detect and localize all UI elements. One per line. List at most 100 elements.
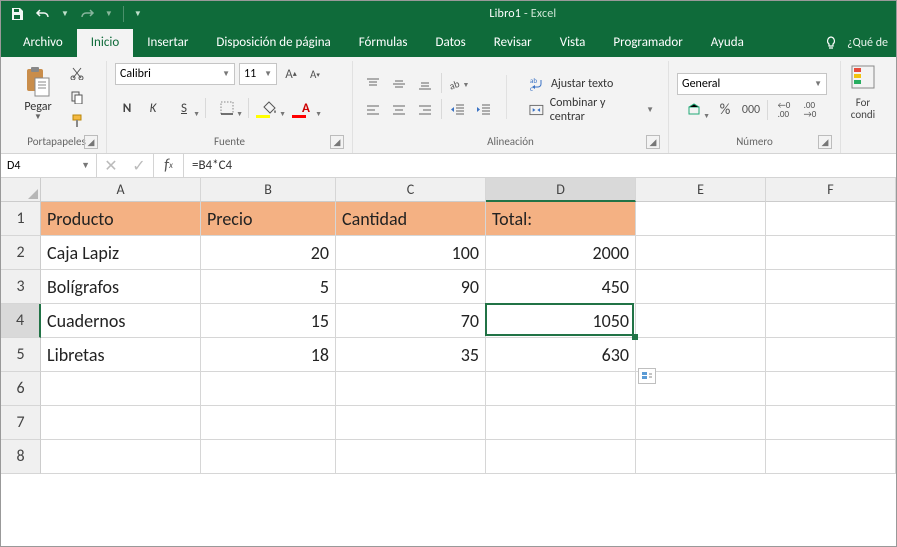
decrease-font-icon[interactable]: A▾ xyxy=(305,64,325,84)
autofill-options-icon[interactable] xyxy=(638,368,656,384)
merge-center-button[interactable]: Combinar y centrar ▼ xyxy=(523,99,660,121)
cell[interactable] xyxy=(41,440,201,474)
percent-format-button[interactable]: % xyxy=(713,99,737,121)
cell[interactable] xyxy=(636,236,766,270)
cell[interactable] xyxy=(486,406,636,440)
format-painter-icon[interactable] xyxy=(67,111,87,131)
cell[interactable] xyxy=(766,202,896,236)
tell-me-icon[interactable] xyxy=(823,35,839,51)
increase-font-icon[interactable]: A▴ xyxy=(281,64,301,84)
fill-handle[interactable] xyxy=(632,334,638,340)
cell[interactable]: 90 xyxy=(336,270,486,304)
undo-icon[interactable] xyxy=(35,6,51,22)
font-size-combo[interactable]: 11▼ xyxy=(239,63,277,85)
cell[interactable] xyxy=(336,440,486,474)
cell[interactable] xyxy=(636,338,766,372)
cell[interactable]: 70 xyxy=(336,304,486,338)
cell[interactable]: 1050 xyxy=(486,304,636,338)
align-middle-icon[interactable] xyxy=(387,73,411,95)
row-header[interactable]: 1 xyxy=(1,202,41,236)
fx-icon[interactable]: fx xyxy=(154,154,184,177)
tab-fórmulas[interactable]: Fórmulas xyxy=(345,29,422,57)
row-header[interactable]: 8 xyxy=(1,440,41,474)
cell[interactable] xyxy=(636,270,766,304)
tell-me-label[interactable]: ¿Qué de xyxy=(847,36,888,50)
tab-archivo[interactable]: Archivo xyxy=(9,29,77,57)
row-header[interactable]: 5 xyxy=(1,338,41,372)
align-top-icon[interactable] xyxy=(361,73,385,95)
cell[interactable]: Cuadernos xyxy=(41,304,201,338)
row-header[interactable]: 4 xyxy=(1,304,41,338)
font-launcher-icon[interactable]: ◢ xyxy=(330,135,344,149)
cell[interactable] xyxy=(766,440,896,474)
cancel-formula-icon[interactable]: ✕ xyxy=(97,156,125,176)
row-header[interactable]: 6 xyxy=(1,372,41,406)
cell[interactable]: Bolígrafos xyxy=(41,270,201,304)
orientation-icon[interactable]: ab▼ xyxy=(446,73,470,95)
cell[interactable]: 15 xyxy=(201,304,336,338)
align-center-icon[interactable] xyxy=(387,99,411,121)
cell[interactable] xyxy=(201,440,336,474)
col-header[interactable]: C xyxy=(336,178,486,202)
cut-icon[interactable] xyxy=(67,63,87,83)
borders-button[interactable]: ▼ xyxy=(210,97,244,119)
align-bottom-icon[interactable] xyxy=(413,73,437,95)
cell[interactable] xyxy=(636,406,766,440)
cell[interactable]: 35 xyxy=(336,338,486,372)
col-header[interactable]: F xyxy=(766,178,896,202)
cell[interactable] xyxy=(336,406,486,440)
tab-programador[interactable]: Programador xyxy=(599,29,696,57)
number-launcher-icon[interactable]: ◢ xyxy=(818,135,832,149)
cell[interactable] xyxy=(486,440,636,474)
italic-button[interactable]: K xyxy=(141,97,165,119)
cell[interactable]: 100 xyxy=(336,236,486,270)
cell[interactable]: Cantidad xyxy=(336,202,486,236)
cell[interactable] xyxy=(486,372,636,406)
number-format-combo[interactable]: General▼ xyxy=(677,73,827,95)
cell[interactable]: 450 xyxy=(486,270,636,304)
cell[interactable]: 630 xyxy=(486,338,636,372)
cell[interactable] xyxy=(336,372,486,406)
cell[interactable] xyxy=(766,304,896,338)
cell[interactable] xyxy=(636,304,766,338)
cell[interactable] xyxy=(766,372,896,406)
increase-indent-icon[interactable] xyxy=(472,99,496,121)
save-icon[interactable] xyxy=(9,6,25,22)
cell[interactable] xyxy=(766,270,896,304)
clipboard-launcher-icon[interactable]: ◢ xyxy=(84,135,98,149)
cell[interactable] xyxy=(41,406,201,440)
col-header[interactable]: B xyxy=(201,178,336,202)
tab-revisar[interactable]: Revisar xyxy=(480,29,546,57)
cell[interactable] xyxy=(41,372,201,406)
fill-color-button[interactable]: ▼ xyxy=(253,97,287,119)
row-header[interactable]: 3 xyxy=(1,270,41,304)
comma-format-button[interactable]: 000 xyxy=(739,99,763,121)
alignment-launcher-icon[interactable]: ◢ xyxy=(646,135,660,149)
enter-formula-icon[interactable]: ✓ xyxy=(125,156,153,176)
select-all-corner[interactable] xyxy=(1,178,41,202)
redo-icon[interactable] xyxy=(79,6,95,22)
bold-button[interactable]: N xyxy=(115,97,139,119)
cell[interactable] xyxy=(766,236,896,270)
cell[interactable] xyxy=(766,338,896,372)
underline-button[interactable]: S▼ xyxy=(167,97,201,119)
tab-vista[interactable]: Vista xyxy=(546,29,600,57)
col-header[interactable]: D xyxy=(486,178,636,202)
cell[interactable]: 5 xyxy=(201,270,336,304)
cell[interactable]: 2000 xyxy=(486,236,636,270)
formula-input[interactable]: =B4*C4 xyxy=(184,154,896,177)
increase-decimal-button[interactable]: ←0.00 xyxy=(772,99,796,121)
tab-disposición-de-página[interactable]: Disposición de página xyxy=(202,29,344,57)
accounting-format-button[interactable]: ▼ xyxy=(677,99,711,121)
row-header[interactable]: 7 xyxy=(1,406,41,440)
conditional-format-icon[interactable] xyxy=(849,63,877,91)
cell[interactable]: Caja Lapiz xyxy=(41,236,201,270)
decrease-decimal-button[interactable]: .00→0 xyxy=(798,99,822,121)
col-header[interactable]: E xyxy=(636,178,766,202)
font-color-button[interactable]: A▼ xyxy=(289,97,323,119)
cell[interactable]: Precio xyxy=(201,202,336,236)
font-name-combo[interactable]: Calibri▼ xyxy=(115,63,235,85)
cell[interactable]: 20 xyxy=(201,236,336,270)
col-header[interactable]: A xyxy=(41,178,201,202)
decrease-indent-icon[interactable] xyxy=(446,99,470,121)
